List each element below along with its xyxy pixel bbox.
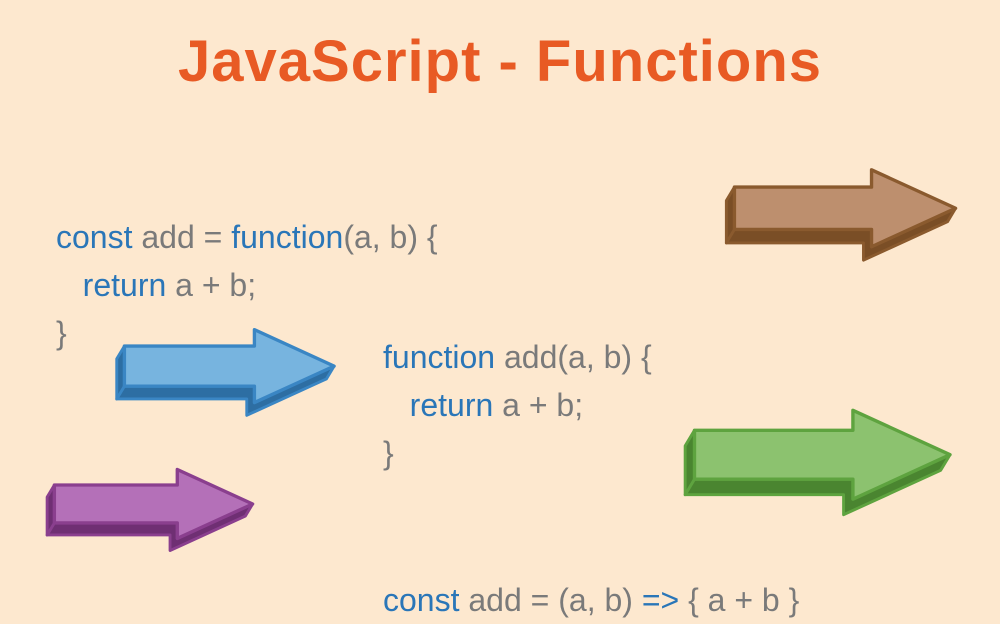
code-indent — [56, 267, 83, 303]
keyword-const: const — [383, 582, 459, 618]
code-text: add = (a, b) — [459, 582, 641, 618]
keyword-return: return — [410, 387, 494, 423]
green-arrow-icon — [680, 395, 965, 530]
brown-arrow-icon — [720, 155, 970, 275]
code-text: add = — [132, 219, 231, 255]
code-text: a + b; — [493, 387, 583, 423]
keyword-const: const — [56, 219, 132, 255]
code-brace: } — [383, 435, 394, 471]
blue-arrow-icon — [110, 315, 349, 430]
keyword-return: return — [83, 267, 167, 303]
keyword-function: function — [231, 219, 343, 255]
keyword-function: function — [383, 339, 495, 375]
code-indent — [383, 387, 410, 423]
page-title: JavaScript - Functions — [0, 0, 1000, 95]
code-text: (a, b) { — [343, 219, 437, 255]
code-arrow-function: const add = (a, b) => { a + b } — [383, 528, 799, 624]
code-function-declaration: function add(a, b) { return a + b; } — [383, 285, 652, 477]
keyword-arrow: => — [642, 582, 679, 618]
code-text: add(a, b) { — [495, 339, 652, 375]
code-brace: } — [56, 315, 67, 351]
code-text: { a + b } — [679, 582, 799, 618]
code-text: a + b; — [166, 267, 256, 303]
purple-arrow-icon — [40, 455, 267, 565]
